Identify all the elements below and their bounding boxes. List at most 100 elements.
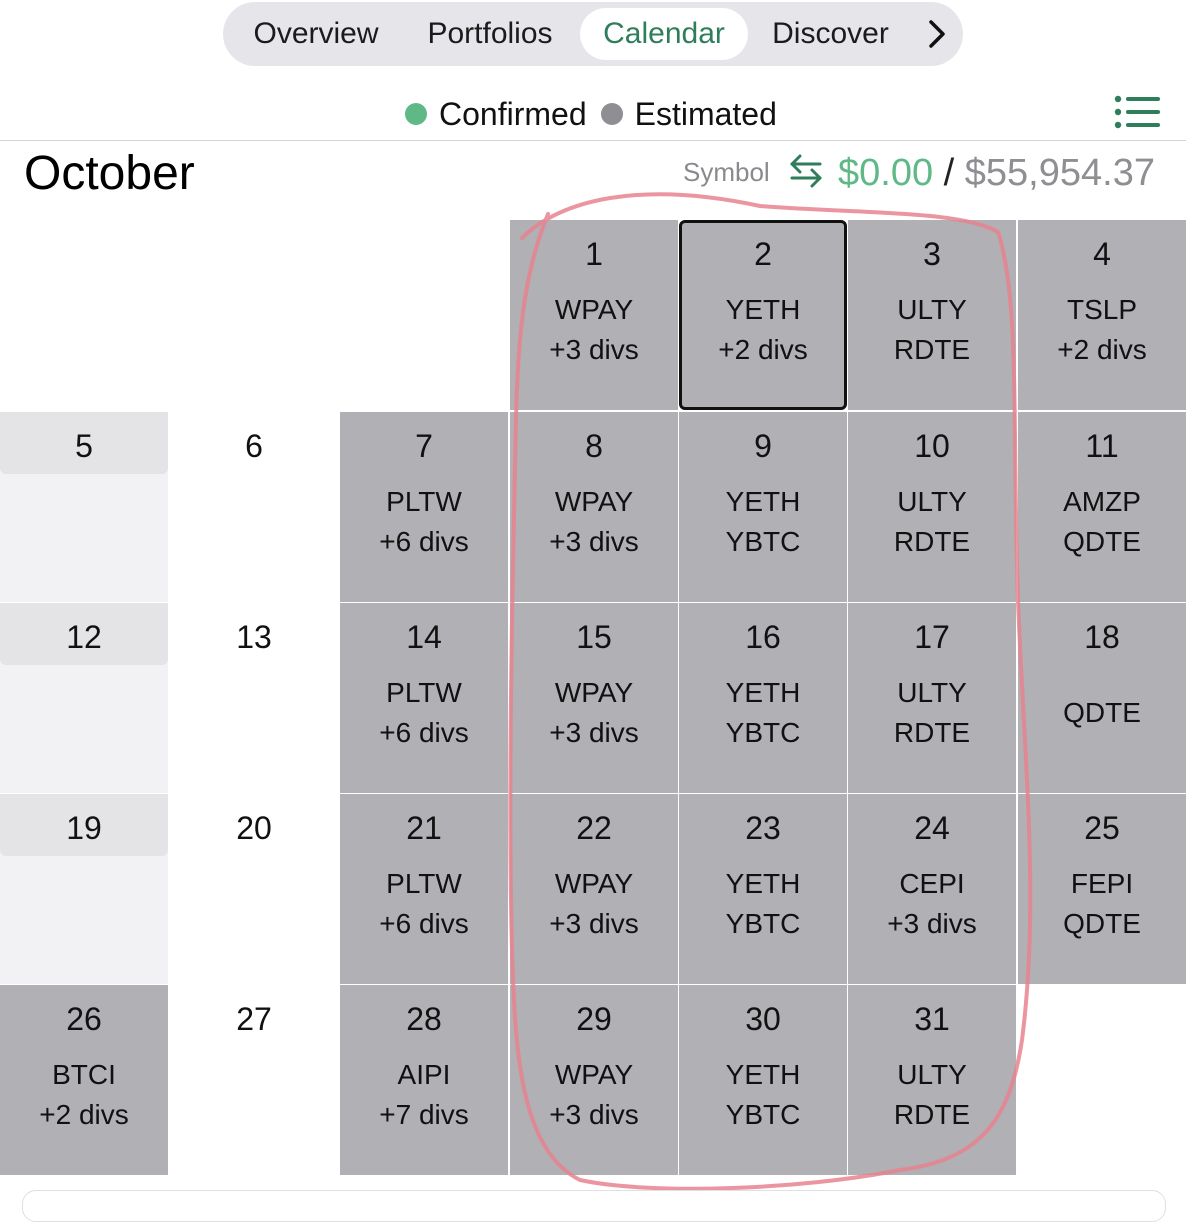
calendar-day-30[interactable]: 30 YETH YBTC — [679, 985, 847, 1175]
day-number: 4 — [1093, 236, 1111, 272]
calendar-day-12[interactable]: 12 — [0, 603, 168, 793]
sort-label[interactable]: Symbol — [683, 155, 770, 189]
calendar-day-17[interactable]: 17 ULTY RDTE — [848, 603, 1016, 793]
calendar-day-18[interactable]: 18 QDTE — [1018, 603, 1186, 793]
calendar-day-11[interactable]: 11 AMZP QDTE — [1018, 412, 1186, 602]
calendar-day-6[interactable]: 6 — [170, 412, 338, 602]
calendar-day-27[interactable]: 27 — [170, 985, 338, 1175]
day-number: 6 — [245, 428, 263, 464]
totals-separator: / — [943, 152, 955, 194]
dividend-extra: +6 divs — [379, 717, 469, 748]
calendar-day-19[interactable]: 19 — [0, 794, 168, 984]
tab-calendar[interactable]: Calendar — [580, 8, 748, 60]
calendar-day-2[interactable]: 2 YETH +2 divs — [679, 220, 847, 410]
dividend-extra: +7 divs — [379, 1099, 469, 1130]
day-number: 10 — [914, 428, 950, 464]
dividend-symbol: TSLP — [1066, 294, 1138, 325]
day-number: 30 — [745, 1001, 781, 1037]
swap-arrows-icon[interactable] — [788, 152, 824, 190]
legend: Confirmed Estimated — [405, 94, 791, 134]
list-icon[interactable] — [1114, 94, 1160, 130]
day-number: 27 — [236, 1001, 272, 1037]
estimated-dot-icon — [600, 103, 623, 125]
day-number: 12 — [66, 619, 102, 655]
dividend-extra: +3 divs — [549, 908, 639, 939]
day-number: 9 — [754, 428, 772, 464]
calendar-day-23[interactable]: 23 YETH YBTC — [679, 794, 847, 984]
tab-discover[interactable]: Discover — [758, 8, 903, 60]
legend-confirmed: Confirmed — [405, 96, 587, 133]
month-title: October — [24, 147, 195, 200]
dividend-extra: RDTE — [893, 717, 971, 748]
dividend-symbol: ULTY — [897, 486, 967, 517]
calendar-day-5[interactable]: 5 — [0, 412, 168, 602]
dividend-extra: +2 divs — [718, 334, 808, 365]
calendar-day-7[interactable]: 7 PLTW +6 divs — [340, 412, 508, 602]
day-number: 13 — [236, 619, 272, 655]
calendar-day-22[interactable]: 22 WPAY +3 divs — [510, 794, 678, 984]
day-number: 20 — [236, 810, 272, 846]
legend-confirmed-label: Confirmed — [439, 95, 587, 132]
calendar-day-3[interactable]: 3 ULTY RDTE — [848, 220, 1016, 410]
calendar-day-26[interactable]: 26 BTCI +2 divs — [0, 985, 168, 1175]
dividend-extra: YBTC — [725, 908, 801, 939]
dividend-extra: YBTC — [725, 526, 801, 557]
calendar-day-1[interactable]: 1 WPAY +3 divs — [510, 220, 678, 410]
confirmed-dot-icon — [405, 103, 427, 125]
day-number: 29 — [576, 1001, 612, 1037]
dividend-symbol: WPAY — [554, 294, 634, 325]
dividend-symbol: AMZP — [1063, 486, 1141, 517]
dividend-symbol: WPAY — [554, 677, 634, 708]
day-number: 14 — [406, 619, 442, 655]
day-number: 8 — [585, 428, 603, 464]
day-number: 21 — [406, 810, 442, 846]
dividend-extra: QDTE — [1063, 526, 1141, 557]
chevron-right-icon[interactable] — [923, 16, 951, 52]
calendar-day-31[interactable]: 31 ULTY RDTE — [848, 985, 1016, 1175]
calendar-day-21[interactable]: 21 PLTW +6 divs — [340, 794, 508, 984]
calendar-day-25[interactable]: 25 FEPI QDTE — [1018, 794, 1186, 984]
day-number: 19 — [66, 810, 102, 846]
calendar-day-9[interactable]: 9 YETH YBTC — [679, 412, 847, 602]
calendar-day-10[interactable]: 10 ULTY RDTE — [848, 412, 1016, 602]
calendar-day-4[interactable]: 4 TSLP +2 divs — [1018, 220, 1186, 410]
dividend-extra: RDTE — [893, 526, 971, 557]
day-number: 11 — [1085, 428, 1119, 464]
calendar-day-15[interactable]: 15 WPAY +3 divs — [510, 603, 678, 793]
day-number: 16 — [745, 619, 781, 655]
dividend-extra: QDTE — [1063, 908, 1141, 939]
calendar-day-28[interactable]: 28 AIPI +7 divs — [340, 985, 508, 1175]
calendar-day-24[interactable]: 24 CEPI +3 divs — [848, 794, 1016, 984]
day-number: 31 — [914, 1001, 950, 1037]
dividend-symbol: WPAY — [554, 1059, 634, 1090]
day-number: 2 — [754, 236, 772, 272]
dividend-symbol: CEPI — [899, 868, 965, 899]
dividend-symbol: PLTW — [386, 486, 462, 517]
calendar-day-13[interactable]: 13 — [170, 603, 338, 793]
day-number: 28 — [406, 1001, 442, 1037]
dividend-extra: RDTE — [893, 334, 971, 365]
dividend-extra: +2 divs — [1057, 334, 1147, 365]
day-number: 25 — [1084, 810, 1120, 846]
dividend-symbol: YETH — [725, 1059, 801, 1090]
calendar-day-16[interactable]: 16 YETH YBTC — [679, 603, 847, 793]
paid-amount: $0.00 — [838, 152, 934, 194]
dividend-extra: +6 divs — [379, 908, 469, 939]
calendar-day-29[interactable]: 29 WPAY +3 divs — [510, 985, 678, 1175]
tab-overview[interactable]: Overview — [237, 8, 395, 60]
calendar-day-8[interactable]: 8 WPAY +3 divs — [510, 412, 678, 602]
dividend-extra: RDTE — [893, 1099, 971, 1130]
dividend-symbol: PLTW — [386, 868, 462, 899]
bottom-card — [22, 1190, 1166, 1222]
day-number: 15 — [576, 619, 612, 655]
calendar-day-20[interactable]: 20 — [170, 794, 338, 984]
dividend-symbol: QDTE — [1063, 697, 1141, 728]
tab-portfolios[interactable]: Portfolios — [405, 8, 575, 60]
calendar-day-14[interactable]: 14 PLTW +6 divs — [340, 603, 508, 793]
income-totals: $0.00 / $55,954.37 — [838, 150, 1155, 196]
calendar-grid: 1 WPAY +3 divs 2 YETH +2 divs 3 ULTY RDTE 4 TSLP +2… — [0, 220, 1186, 1175]
day-number: 17 — [914, 619, 950, 655]
day-number: 1 — [585, 236, 603, 272]
day-number: 18 — [1084, 619, 1120, 655]
header-divider — [0, 140, 1186, 141]
